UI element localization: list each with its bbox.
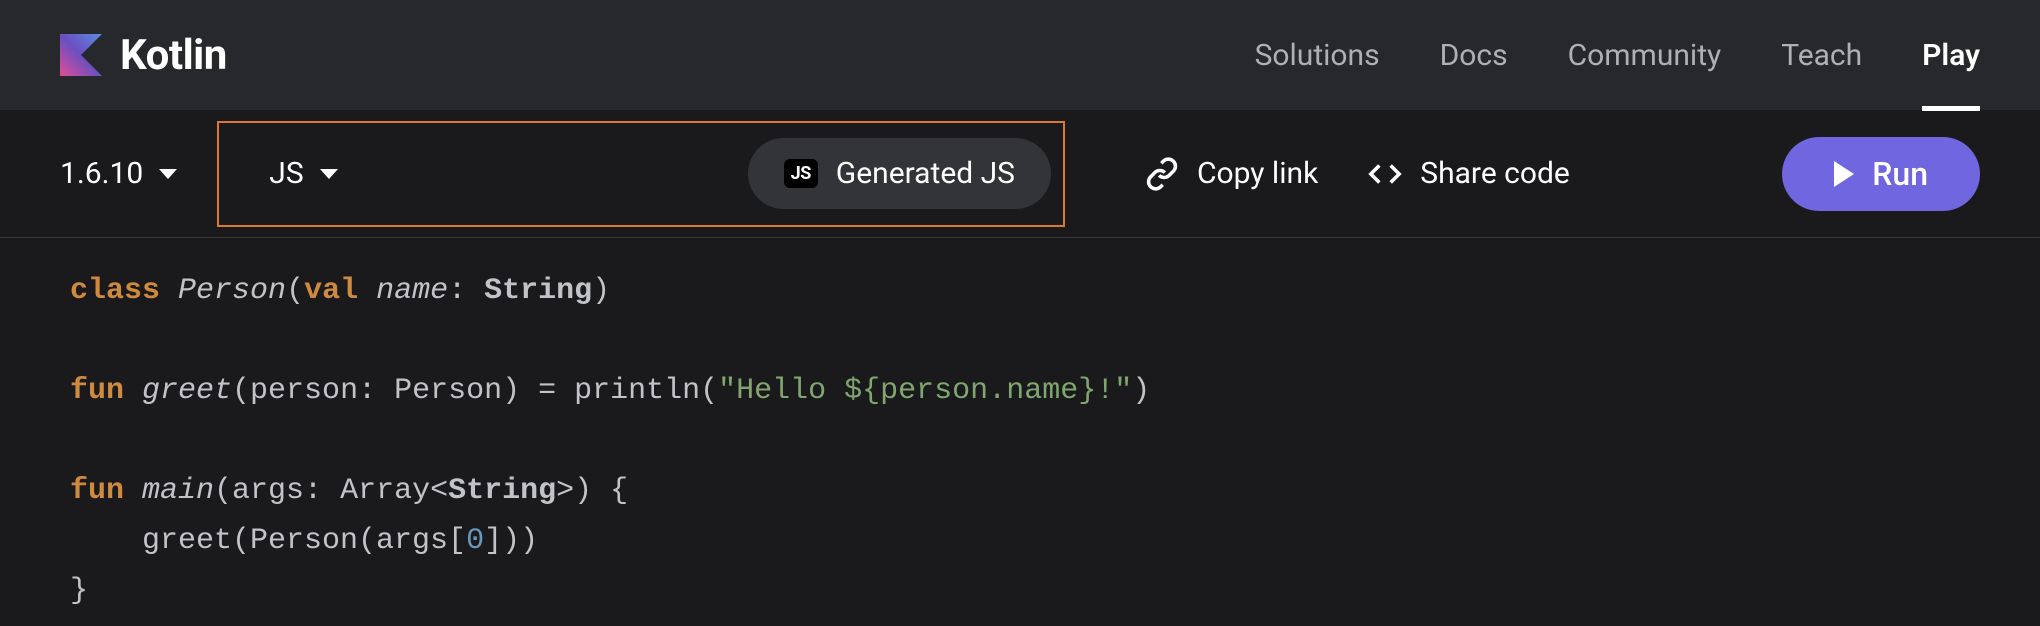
brand-name: Kotlin xyxy=(120,31,227,80)
play-icon xyxy=(1834,161,1854,187)
brand-logo[interactable]: Kotlin xyxy=(60,31,227,80)
share-code-label: Share code xyxy=(1420,156,1570,191)
nav-play[interactable]: Play xyxy=(1922,0,1980,111)
share-code-button[interactable]: Share code xyxy=(1368,156,1570,191)
top-nav: Kotlin Solutions Docs Community Teach Pl… xyxy=(0,0,2040,110)
copy-link-label: Copy link xyxy=(1197,156,1318,191)
nav-teach[interactable]: Teach xyxy=(1781,0,1862,111)
version-value: 1.6.10 xyxy=(60,156,143,191)
chevron-down-icon xyxy=(320,169,338,179)
run-button[interactable]: Run xyxy=(1782,137,1980,211)
js-badge-icon: JS xyxy=(784,159,818,188)
nav-links: Solutions Docs Community Teach Play xyxy=(1255,0,1980,111)
target-highlight-box: JS JS Generated JS xyxy=(217,121,1065,227)
nav-solutions[interactable]: Solutions xyxy=(1255,0,1380,111)
run-label: Run xyxy=(1872,155,1928,193)
link-icon xyxy=(1145,157,1179,191)
code-editor[interactable]: class Person(val name: String) fun greet… xyxy=(0,238,2040,626)
nav-community[interactable]: Community xyxy=(1568,0,1722,111)
generated-js-button[interactable]: JS Generated JS xyxy=(748,138,1051,209)
playground-toolbar: 1.6.10 JS JS Generated JS Copy link Shar… xyxy=(0,110,2040,238)
kotlin-logo-icon xyxy=(60,34,102,76)
nav-docs[interactable]: Docs xyxy=(1440,0,1508,111)
target-dropdown[interactable]: JS xyxy=(269,156,717,191)
target-value: JS xyxy=(269,156,303,191)
copy-link-button[interactable]: Copy link xyxy=(1145,156,1318,191)
generated-js-label: Generated JS xyxy=(836,156,1015,191)
code-icon xyxy=(1368,157,1402,191)
version-dropdown[interactable]: 1.6.10 xyxy=(60,156,217,191)
chevron-down-icon xyxy=(159,169,177,179)
